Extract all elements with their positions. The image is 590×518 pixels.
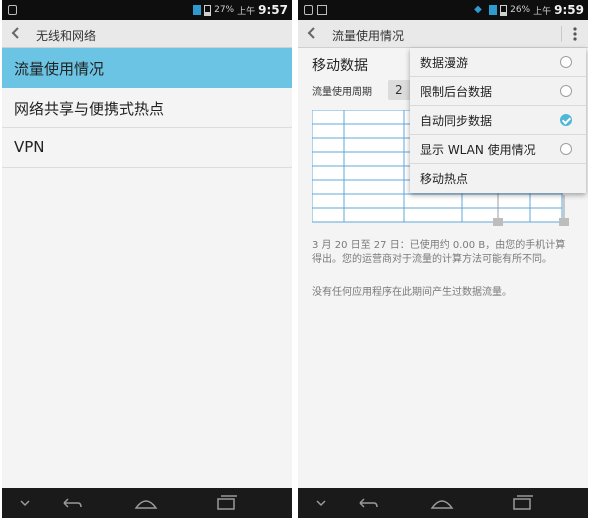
hide-keyboard-chevron-icon[interactable] xyxy=(18,488,32,518)
clock: 9:59 xyxy=(554,3,584,17)
status-bar: 27% 上午 9:57 xyxy=(2,0,292,20)
home-nav-icon[interactable] xyxy=(133,488,159,518)
radio-unchecked-icon[interactable] xyxy=(560,85,572,97)
usage-description: 3 月 20 日至 27 日：已使用约 0.00 B，由您的手机计算得出。您的运… xyxy=(312,240,566,265)
home-nav-icon[interactable] xyxy=(429,488,455,518)
right-screen: ◆ 26% 上午 9:59 流量使用情况 移动数据 流量使用周期 2 3 月 2… xyxy=(298,0,588,518)
radio-checked-icon[interactable] xyxy=(560,114,572,126)
navigation-bar xyxy=(298,488,588,518)
battery-percent: 27% xyxy=(214,5,235,15)
usage-cycle-label: 流量使用周期 xyxy=(312,87,372,98)
battery-percent: 26% xyxy=(510,5,531,15)
action-bar: 无线和网络 xyxy=(2,20,292,48)
menu-item-label: 移动热点 xyxy=(420,172,469,186)
page-title: 无线和网络 xyxy=(36,29,97,43)
image-notification-icon xyxy=(317,5,327,15)
signal-icon xyxy=(193,5,202,15)
back-nav-icon[interactable] xyxy=(354,488,380,518)
list-item-label: 流量使用情况 xyxy=(14,60,105,78)
wifi-icon: ◆ xyxy=(474,4,482,15)
radio-unchecked-icon[interactable] xyxy=(560,143,572,155)
status-icons: 27% 上午 9:57 xyxy=(193,3,288,17)
signal-icon xyxy=(489,5,498,15)
menu-item-label: 自动同步数据 xyxy=(420,114,493,128)
page-title: 流量使用情况 xyxy=(332,29,405,43)
back-arrow-icon[interactable] xyxy=(304,25,320,41)
recents-nav-icon[interactable] xyxy=(510,488,536,518)
list-item-vpn[interactable]: VPN xyxy=(2,128,292,168)
list-item-label: VPN xyxy=(14,138,45,156)
overflow-menu-icon[interactable] xyxy=(568,25,582,43)
list-item-label: 网络共享与便携式热点 xyxy=(14,100,165,118)
menu-item-label: 数据漫游 xyxy=(420,56,469,70)
radio-unchecked-icon[interactable] xyxy=(560,56,572,68)
no-app-usage-text: 没有任何应用程序在此期间产生过数据流量。 xyxy=(312,287,512,298)
clock: 9:57 xyxy=(258,3,288,17)
list-item-tethering-hotspot[interactable]: 网络共享与便携式热点 xyxy=(2,88,292,128)
recents-nav-icon[interactable] xyxy=(214,488,240,518)
menu-item-restrict-background[interactable]: 限制后台数据 xyxy=(410,77,586,106)
menu-item-show-wlan-usage[interactable]: 显示 WLAN 使用情况 xyxy=(410,135,586,164)
overflow-popup-menu: 数据漫游 限制后台数据 自动同步数据 显示 WLAN 使用情况 移动热点 xyxy=(410,48,586,193)
action-bar: 流量使用情况 xyxy=(298,20,588,48)
time-ampm: 上午 xyxy=(237,6,256,17)
shield-notification-icon xyxy=(8,5,17,15)
menu-item-label: 限制后台数据 xyxy=(420,85,493,99)
status-bar: ◆ 26% 上午 9:59 xyxy=(298,0,588,20)
list-item-data-usage[interactable]: 流量使用情况 xyxy=(2,48,292,88)
menu-item-data-roaming[interactable]: 数据漫游 xyxy=(410,48,586,77)
menu-item-mobile-hotspot[interactable]: 移动热点 xyxy=(410,164,586,193)
navigation-bar xyxy=(2,488,292,518)
action-bar-divider xyxy=(561,26,562,42)
menu-item-label: 显示 WLAN 使用情况 xyxy=(420,143,536,157)
battery-icon xyxy=(204,4,212,16)
mobile-data-label: 移动数据 xyxy=(312,58,368,74)
hide-keyboard-chevron-icon[interactable] xyxy=(314,488,328,518)
back-nav-icon[interactable] xyxy=(58,488,84,518)
battery-icon xyxy=(500,4,508,16)
left-screen: 27% 上午 9:57 无线和网络 流量使用情况 网络共享与便携式热点 VPN xyxy=(2,0,292,518)
usage-cycle-value: 2 xyxy=(395,83,403,97)
shield-notification-icon xyxy=(304,5,313,15)
menu-item-auto-sync[interactable]: 自动同步数据 xyxy=(410,106,586,135)
time-ampm: 上午 xyxy=(533,6,552,17)
back-arrow-icon[interactable] xyxy=(8,25,24,41)
status-icons: ◆ 26% 上午 9:59 xyxy=(474,3,584,17)
